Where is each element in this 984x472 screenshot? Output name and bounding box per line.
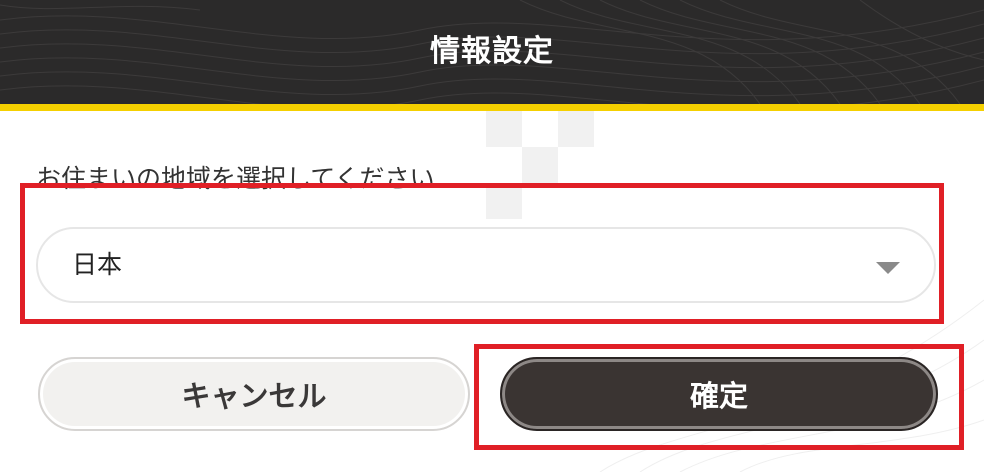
dialog-title: 情報設定 <box>430 34 554 69</box>
region-prompt-text: お住まいの地域を選択してください <box>36 164 435 190</box>
region-select[interactable]: 日本 <box>36 227 936 303</box>
confirm-button[interactable]: 確定 <box>500 357 938 431</box>
decorative-checker <box>486 111 594 219</box>
dropdown-arrow-icon[interactable] <box>876 262 900 274</box>
dialog-header: 情報設定 <box>0 0 984 104</box>
cancel-button[interactable]: キャンセル <box>38 357 470 431</box>
region-select-value: 日本 <box>72 250 123 279</box>
header-accent-stripe <box>0 104 984 111</box>
